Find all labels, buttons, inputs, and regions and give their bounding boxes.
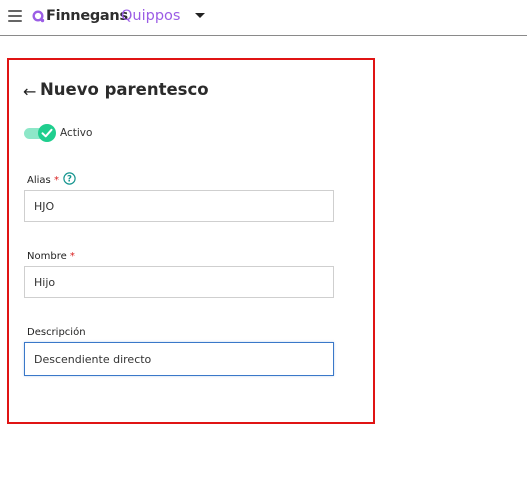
brand-name-primary: Finnegans [46,8,128,24]
arrow-left-icon[interactable]: ← [23,82,36,101]
required-mark: * [69,251,75,262]
nombre-label-text: Nombre [27,251,67,262]
svg-text:?: ? [67,175,72,185]
caret-down-icon[interactable] [195,13,205,18]
page-title: Nuevo parentesco [40,80,209,99]
alias-label-text: Alias [27,175,51,186]
nombre-label: Nombre * [27,251,75,262]
descripcion-input[interactable] [24,342,334,376]
finnegans-logo-icon [32,10,45,23]
check-icon [41,128,53,138]
brand-name-secondary: Quippos [121,8,181,24]
top-bar: Finnegans Quippos [0,0,527,36]
required-mark: * [53,175,59,186]
descripcion-label: Descripción [27,327,86,338]
alias-input[interactable] [24,190,334,222]
alias-label: Alias * [27,175,59,186]
help-circle-icon[interactable]: ? [63,172,76,185]
hamburger-menu-icon[interactable] [8,10,22,24]
nombre-input[interactable] [24,266,334,298]
toggle-label: Activo [60,127,93,139]
active-toggle[interactable] [24,124,58,142]
toggle-thumb [38,124,56,142]
